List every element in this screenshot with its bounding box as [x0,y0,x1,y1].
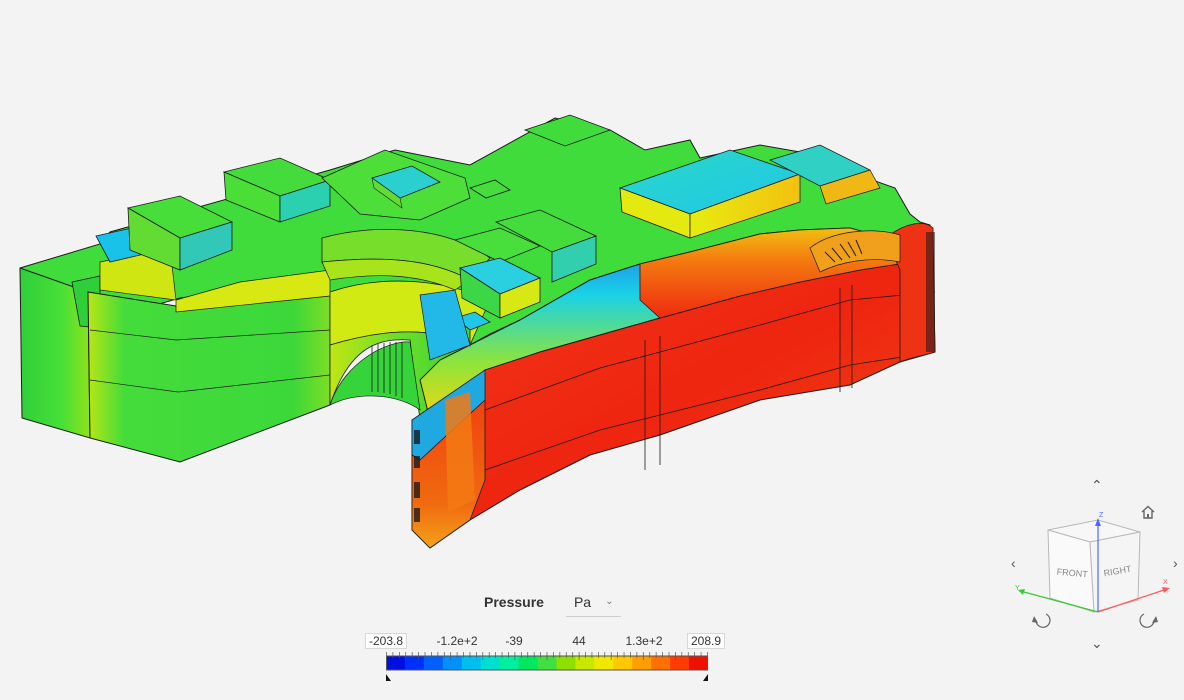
result-legend-header: Pressure Pa ⌄ [476,584,622,620]
x-axis-label: X [1163,579,1168,586]
color-scale-segment [518,656,539,670]
color-scale-segment [404,656,425,670]
chevron-up-icon[interactable]: ⌃ [1091,478,1103,492]
color-scale-segment [613,656,633,670]
color-scale-segment [575,656,595,670]
view-cube[interactable]: FRONT RIGHT Z X Y [1010,510,1174,630]
legend-tick-label: -39 [505,634,523,648]
color-scale-segment [499,656,520,670]
color-scale-segment [670,656,690,670]
unit-dropdown[interactable]: Pa ⌄ [565,588,622,617]
chevron-down-icon[interactable]: ⌄ [1091,636,1103,650]
color-scale-segment [632,656,652,670]
rotate-ccw-icon[interactable] [1032,613,1051,628]
color-scale-segment [461,656,482,670]
range-max-handle[interactable] [703,674,713,681]
color-scale-segment [442,656,463,670]
chevron-down-icon: ⌄ [605,596,614,607]
color-scale-segment [651,656,671,670]
legend-ticks: -203.8 -1.2e+2 -39 44 1.3e+2 208.9 [352,633,732,652]
color-scale-segment [556,656,576,670]
legend-tick-label: 1.3e+2 [625,634,663,648]
color-scale-segment [689,656,709,670]
legend-tick-label: -1.2e+2 [436,634,478,648]
color-scale-segment [480,656,501,670]
legend-field-label: Pressure [484,594,544,610]
color-scale-bar [381,652,713,681]
rotate-cw-icon[interactable] [1139,613,1158,628]
color-scale [381,652,713,686]
y-axis-label: Y [1015,585,1020,592]
legend-tick-label: 44 [572,634,586,648]
color-scale-segment [386,656,406,670]
range-min-handle[interactable] [381,674,391,681]
z-axis-label: Z [1099,512,1104,519]
legend-min-label: -203.8 [364,633,408,649]
unit-value: Pa [573,593,592,610]
color-scale-segment [423,656,444,670]
legend-max-label: 208.9 [686,633,726,649]
